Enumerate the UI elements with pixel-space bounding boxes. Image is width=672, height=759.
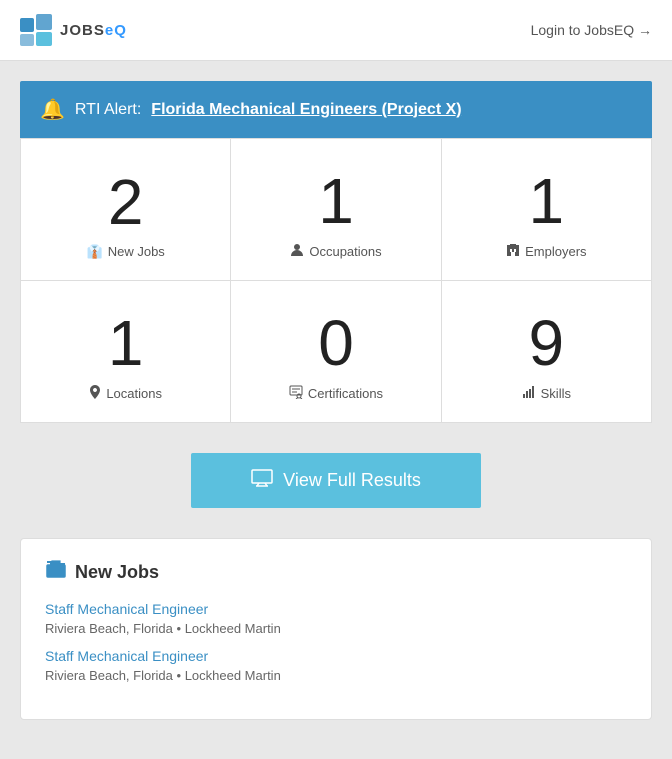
alert-banner: 🔔 RTI Alert: Florida Mechanical Engineer…	[20, 81, 652, 138]
stat-skills[interactable]: 9 Skills	[442, 281, 652, 423]
alert-link[interactable]: Florida Mechanical Engineers (Project X)	[151, 101, 461, 119]
building-icon	[506, 243, 520, 260]
stat-new-jobs-value: 2	[108, 170, 144, 234]
logo-text: JOBSeQ	[60, 22, 127, 39]
new-jobs-section: New Jobs Staff Mechanical Engineer Rivie…	[20, 538, 652, 720]
screen-icon	[251, 469, 273, 492]
stat-new-jobs-label: 👔 New Jobs	[87, 244, 165, 260]
job-item-1: Staff Mechanical Engineer Riviera Beach,…	[45, 601, 627, 636]
stat-occupations[interactable]: 1 Occupations	[231, 139, 441, 281]
stat-employers-value: 1	[529, 169, 565, 233]
stat-new-jobs[interactable]: 2 👔 New Jobs	[21, 139, 231, 281]
stat-employers[interactable]: 1 Employers	[442, 139, 652, 281]
login-link[interactable]: Login to JobsEQ →	[531, 22, 652, 38]
job-meta-2: Riviera Beach, Florida • Lockheed Martin	[45, 668, 627, 683]
new-jobs-section-icon	[45, 559, 67, 585]
stat-occupations-label: Occupations	[290, 243, 381, 260]
job-link-2[interactable]: Staff Mechanical Engineer	[45, 648, 208, 664]
stat-employers-label: Employers	[506, 243, 586, 260]
briefcase-icon: 👔	[87, 244, 103, 260]
bell-icon: 🔔	[40, 97, 65, 122]
stat-locations[interactable]: 1 Locations	[21, 281, 231, 423]
jobseq-logo-icon	[20, 14, 52, 46]
skills-icon	[522, 385, 536, 402]
alert-prefix: RTI Alert:	[75, 101, 141, 119]
job-item-2: Staff Mechanical Engineer Riviera Beach,…	[45, 648, 627, 683]
stat-certifications[interactable]: 0 Certifications	[231, 281, 441, 423]
stat-certifications-value: 0	[318, 311, 354, 375]
pin-icon	[89, 385, 101, 402]
main-content: 🔔 RTI Alert: Florida Mechanical Engineer…	[0, 61, 672, 740]
view-results-container: View Full Results	[20, 453, 652, 508]
stat-locations-label: Locations	[89, 385, 162, 402]
logo: JOBSeQ	[20, 14, 127, 46]
certificate-icon	[289, 385, 303, 402]
header: JOBSeQ Login to JobsEQ →	[0, 0, 672, 61]
person-icon	[290, 243, 304, 260]
job-meta-1: Riviera Beach, Florida • Lockheed Martin	[45, 621, 627, 636]
new-jobs-title: New Jobs	[45, 559, 627, 585]
stats-grid: 2 👔 New Jobs 1 Occupations 1 E	[20, 138, 652, 423]
stat-skills-label: Skills	[522, 385, 571, 402]
job-link-1[interactable]: Staff Mechanical Engineer	[45, 601, 208, 617]
stat-locations-value: 1	[108, 311, 144, 375]
stat-certifications-label: Certifications	[289, 385, 383, 402]
view-results-button[interactable]: View Full Results	[191, 453, 481, 508]
stat-occupations-value: 1	[318, 169, 354, 233]
stat-skills-value: 9	[529, 311, 565, 375]
